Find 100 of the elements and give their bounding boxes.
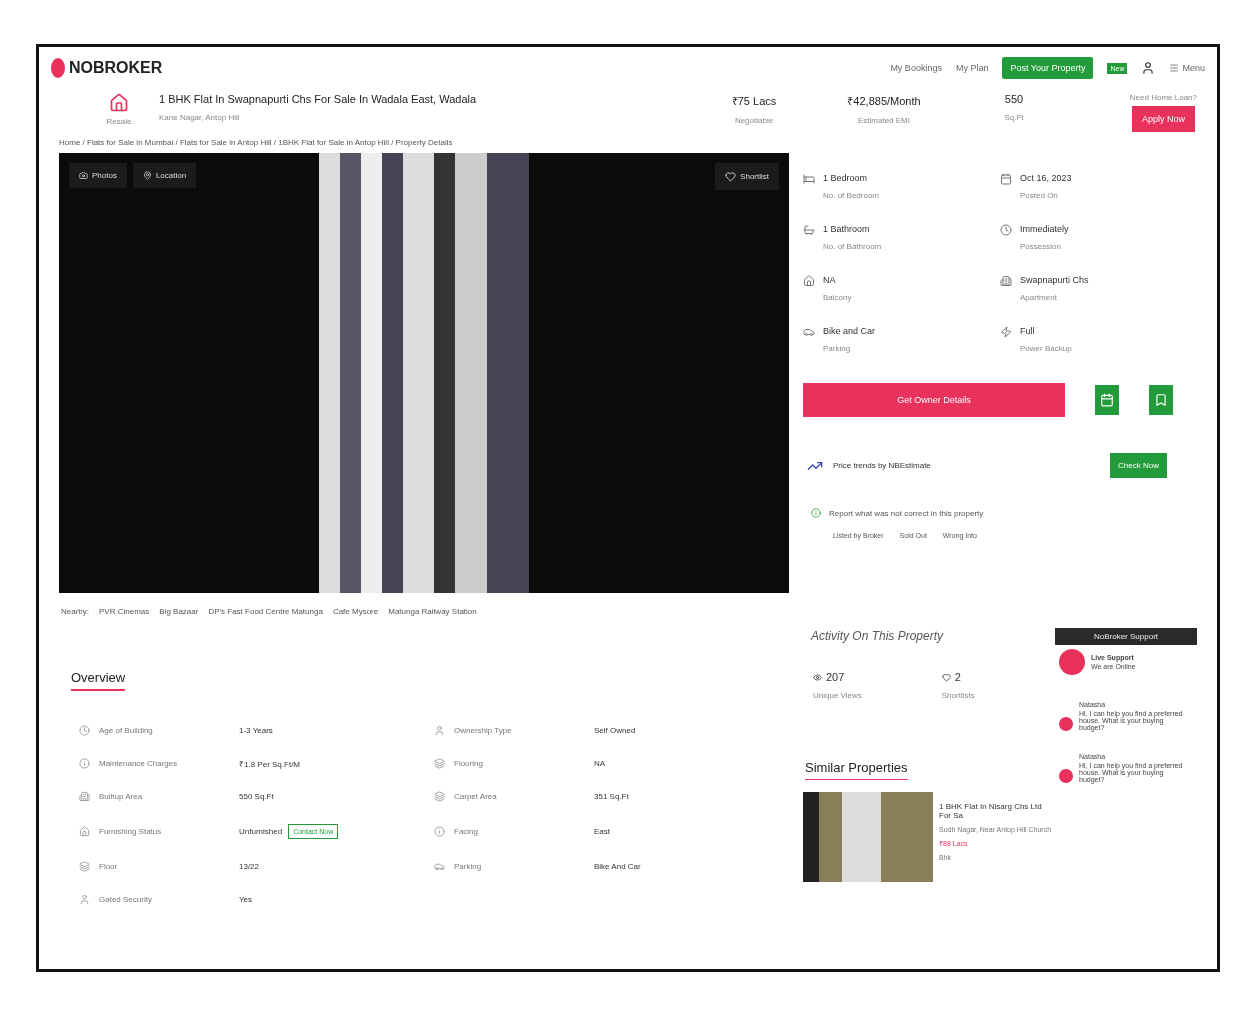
check-now-button[interactable]: Check Now (1110, 453, 1167, 478)
detail-label: Balcony (823, 293, 852, 302)
nearby-place[interactable]: DP's Fast Food Centre Matunga (208, 607, 323, 616)
overview-label: Floor (99, 862, 119, 871)
gallery-button[interactable]: Location (132, 163, 197, 188)
overview-heading: Overview (71, 670, 126, 691)
overview-label: Gated Security (99, 895, 153, 904)
stat-value: ₹75 Lacs (731, 94, 777, 108)
overview-value: 550 Sq.Ft (239, 792, 274, 801)
nearby-place[interactable]: Matunga Railway Station (388, 607, 477, 616)
detail-icon (803, 275, 815, 287)
stat-value: ₹42,885/Month (847, 94, 921, 108)
overview-value: East (594, 827, 610, 836)
agent-avatar (1059, 649, 1085, 675)
menu-icon (1169, 63, 1180, 73)
listing-location: Kane Nagar, Antop Hill (159, 113, 241, 122)
detail-label: Possession (1020, 242, 1062, 251)
detail-icon (803, 224, 815, 236)
nav-link[interactable]: My Bookings (890, 63, 942, 73)
stat-label: Negotiable (734, 116, 774, 125)
detail-icon (1000, 173, 1012, 185)
loan-question: Need Home Loan? (1129, 93, 1197, 102)
overview-label: Parking (454, 862, 483, 871)
overview-value: 351 Sq.Ft (594, 792, 629, 801)
info-icon (811, 508, 821, 518)
report-label: Report what was not correct in this property (829, 508, 984, 518)
similar-heading: Similar Properties (805, 760, 908, 780)
nearby-place[interactable]: Cafe Mysore (332, 607, 379, 616)
detail-value: Bike and Car (823, 326, 876, 336)
detail-label: Apartment (1020, 293, 1058, 302)
gallery-button[interactable]: Photos (69, 163, 127, 188)
bookmark-icon (1154, 393, 1168, 407)
agent-avatar (1059, 769, 1073, 783)
overview-label: Carpet Area (454, 792, 498, 801)
detail-icon (803, 326, 815, 338)
detail-icon (1000, 326, 1012, 338)
overview-value: 13/22 (239, 862, 260, 871)
overview-value: Yes (239, 895, 253, 904)
detail-label: Posted On (1020, 191, 1059, 200)
detail-label: No. of Bathroom (823, 242, 882, 251)
similar-title[interactable]: 1 BHK Flat In Nisarg Chs Ltd For Sa (939, 802, 1053, 820)
overview-value: ₹1.8 Per Sq.Ft/M (239, 759, 301, 769)
detail-value: NA (823, 275, 837, 285)
camera-icon (79, 171, 88, 180)
menu-button[interactable]: Menu (1169, 63, 1205, 73)
listing-title: 1 BHK Flat In Swapnapurti Chs For Sale In Wadala East, Wadala (159, 93, 478, 105)
eye-icon (813, 672, 822, 682)
owner-details-button[interactable]: Get Owner Details (803, 383, 1065, 417)
chat-header: NoBroker Support (1055, 628, 1197, 645)
detail-icon (1000, 275, 1012, 287)
nearby-place[interactable]: PVR Cinemas (99, 607, 150, 616)
logo[interactable]: NOBROKER (51, 58, 163, 78)
location-icon (142, 171, 152, 180)
nearby-place[interactable]: Big Bazaar (159, 607, 199, 616)
detail-value: 1 Bathroom (823, 224, 871, 234)
bookmark-button[interactable] (1149, 385, 1173, 415)
activity-label: Shortlists (941, 691, 975, 700)
overview-value: NA (594, 759, 606, 768)
overview-label: Ownership Type (454, 726, 513, 735)
detail-icon (803, 173, 815, 185)
overview-label: Facing (454, 827, 479, 836)
listing-type: Resale (106, 117, 132, 126)
activity-value: 2 (954, 671, 961, 683)
stat-label: Estimated EMI (858, 116, 910, 125)
breadcrumb[interactable]: Home / Flats for Sale in Mumbai / Flats for Sale in Antop Hill / 1BHK Flat for Sale in Antop Hill / Property Details (39, 132, 1217, 153)
post-property-button[interactable]: Post Your Property (1002, 57, 1094, 79)
nearby-label: Nearby: (61, 607, 89, 616)
detail-value: Immediately (1020, 224, 1069, 234)
stat-value: 550 (1004, 93, 1024, 105)
overview-label: Furnishing Status (99, 827, 163, 836)
detail-label: Power Backup (1020, 344, 1072, 353)
overview-value: Unfurnished (239, 827, 283, 836)
stat-label: Sq.Ft (1004, 113, 1024, 122)
overview-value: Bike And Car (594, 862, 641, 871)
activity-heading: Activity On This Property (811, 629, 944, 643)
detail-value: Oct 16, 2023 (1020, 173, 1072, 183)
price-trends-label: Price trends by NBEstimate (833, 461, 931, 470)
detail-icon (1000, 224, 1012, 236)
house-icon (109, 93, 129, 113)
overview-label: Flooring (454, 759, 484, 768)
calendar-icon (1100, 393, 1114, 407)
agent-avatar (1059, 717, 1073, 731)
detail-label: No. of Bedroom (823, 191, 880, 200)
detail-value: Swapnapurti Chs (1020, 275, 1089, 285)
heart-icon (941, 672, 951, 682)
heart-icon (725, 171, 737, 182)
user-icon[interactable] (1141, 61, 1156, 75)
overview-label: Maintenance Charges (99, 759, 179, 768)
overview-label: Age of Building (99, 726, 154, 735)
shortlist-button[interactable]: Shortlist (715, 163, 779, 190)
detail-label: Parking (823, 344, 852, 353)
overview-label: Builtup Area (99, 792, 144, 801)
overview-value: Self Owned (594, 726, 636, 735)
activity-label: Unique Views (813, 691, 862, 700)
detail-value: Full (1020, 326, 1036, 336)
apply-button[interactable]: Apply Now (1131, 106, 1195, 132)
calendar-button[interactable] (1095, 385, 1119, 415)
activity-value: 207 (826, 671, 845, 683)
overview-value: 1-3 Years (239, 726, 273, 735)
nav-link[interactable]: My Plan (955, 63, 989, 73)
